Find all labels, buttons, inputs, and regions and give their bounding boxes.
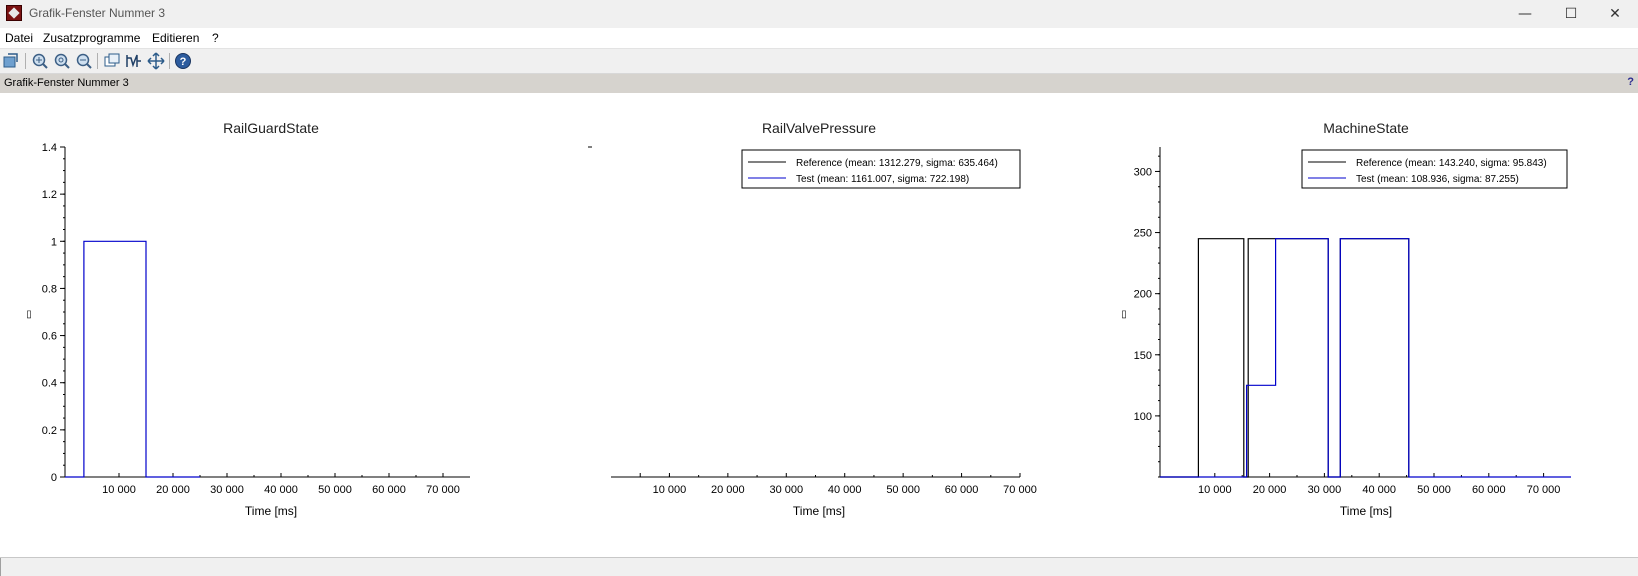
x-tick-label: 60 000 [945,484,979,496]
y-tick-label: 0.6 [42,331,57,343]
menu-zusatzprogramme[interactable]: Zusatzprogramme [43,31,140,45]
y-tick-label: 150 [1134,350,1152,362]
close-button[interactable]: ✕ [1592,0,1638,28]
x-tick-label: 20 000 [1253,484,1287,496]
y-tick-label: 0 [51,472,57,484]
menu-help[interactable]: ? [212,31,219,45]
legend-label: Reference (mean: 1312.279, sigma: 635.46… [796,158,998,169]
maximize-button[interactable]: ☐ [1548,0,1594,28]
series-line [65,240,200,478]
plot-canvas[interactable]: RailGuardState 10 000 20 000 30 000 40 000 50… [0,94,1638,534]
x-tick-label: 40 000 [828,484,862,496]
x-axis-label: Time [ms] [793,504,845,518]
x-tick-label: 70 000 [1003,484,1037,496]
chart-title: RailGuardState [223,120,319,136]
menu-editieren[interactable]: Editieren [152,31,199,45]
x-tick-label: 30 000 [1308,484,1342,496]
legend-label: Test (mean: 108.936, sigma: 87.255) [1356,174,1519,185]
y-tick-label: 100 [1134,411,1152,423]
x-tick-label: 50 000 [886,484,920,496]
x-tick-label: 20 000 [156,484,190,496]
figure-info-bar: Grafik-Fenster Nummer 3 ? [0,74,1638,93]
x-tick-label: 50 000 [318,484,352,496]
chart-title: MachineState [1323,120,1409,136]
x-tick-label: 10 000 [1198,484,1232,496]
y-tick-label: 0.2 [42,425,57,437]
menu-bar: Datei Zusatzprogramme Editieren ? [0,28,1638,49]
y-tick-label: 300 [1134,166,1152,178]
x-tick-label: 10 000 [102,484,136,496]
edit-curve-icon[interactable] [125,52,143,70]
x-tick-label: 70 000 [426,484,460,496]
title-bar: Grafik-Fenster Nummer 3 — ☐ ✕ [0,0,1638,28]
y-tick-label: 0.4 [42,378,57,390]
series-line [1160,238,1410,478]
legend-label: Test (mean: 1161.007, sigma: 722.198) [796,174,969,185]
zoom-out-icon[interactable] [75,52,93,70]
x-tick-label: 60 000 [1472,484,1506,496]
x-tick-label: 70 000 [1527,484,1561,496]
x-tick-label: 30 000 [210,484,244,496]
help-question-icon[interactable]: ? [1627,76,1634,88]
zoom-icon[interactable] [31,52,49,70]
zoom-in-icon[interactable] [53,52,71,70]
x-tick-label: 50 000 [1417,484,1451,496]
plots-svg: RailGuardState 10 000 20 000 30 000 40 000 50… [26,120,1571,518]
menu-datei[interactable]: Datei [5,31,33,45]
minimize-button[interactable]: — [1502,0,1548,28]
pan-icon[interactable] [147,52,165,70]
x-tick-label: 60 000 [372,484,406,496]
x-tick-label: 30 000 [769,484,803,496]
x-tick-label: 20 000 [711,484,745,496]
y-tick-label: 1.4 [42,142,57,154]
app-icon [6,5,22,21]
toolbar: ? [0,49,1638,74]
y-tick-label: 1.2 [42,189,57,201]
y-tick-label: 200 [1134,289,1152,301]
datatip-icon[interactable] [103,52,121,70]
window-title: Grafik-Fenster Nummer 3 [29,6,166,20]
y-tick-label: 0.8 [42,283,57,295]
y-tick-label: 250 [1134,228,1152,240]
status-bar [0,557,1638,576]
figure-label: Grafik-Fenster Nummer 3 [4,77,129,89]
x-axis-label: Time [ms] [245,504,297,518]
series-line [1160,238,1571,478]
svg-text:?: ? [180,56,187,68]
chart-title: RailValvePressure [762,120,876,136]
rotate-icon[interactable] [2,52,20,70]
x-tick-label: 40 000 [1362,484,1396,496]
y-tick-label: 1 [51,236,57,248]
legend-label: Reference (mean: 143.240, sigma: 95.843) [1356,158,1547,169]
y-axis-label: ▯ [1121,309,1127,320]
help-icon[interactable]: ? [174,52,192,70]
x-tick-label: 10 000 [653,484,687,496]
x-tick-label: 40 000 [264,484,298,496]
x-axis-label: Time [ms] [1340,504,1392,518]
y-axis-label: ▯ [26,309,32,320]
